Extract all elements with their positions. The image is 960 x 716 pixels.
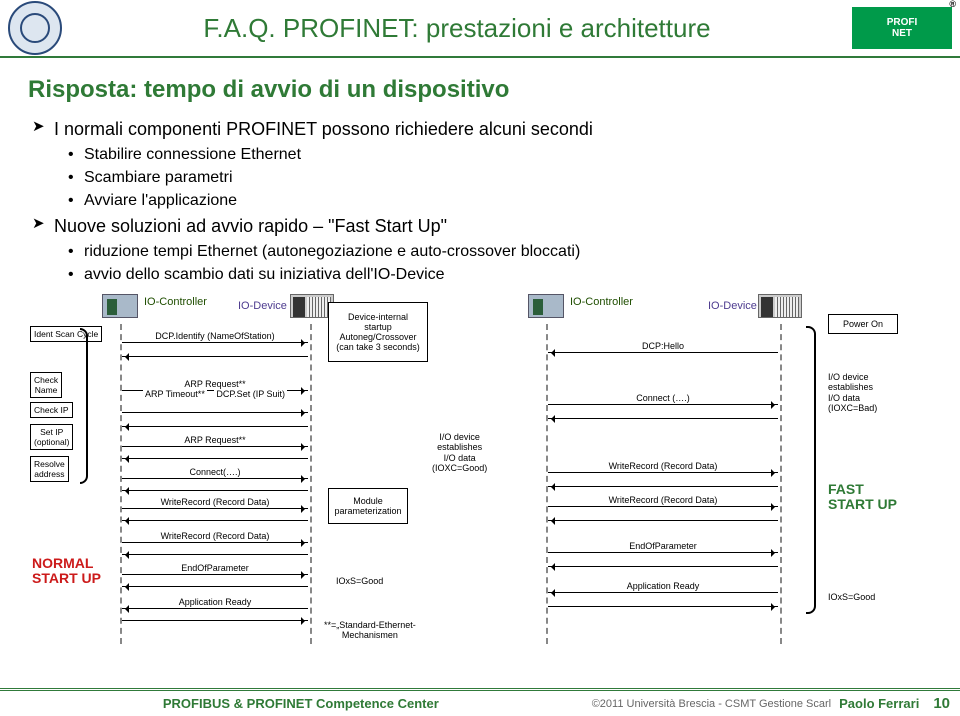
msg-end-param-r-resp xyxy=(548,566,778,567)
msg-end-param: EndOfParameter xyxy=(122,574,308,585)
role-io-device-right: IO-Device xyxy=(708,300,757,312)
msg-write-r1-resp xyxy=(548,486,778,487)
msg-dcp-set: ARP Timeout** DCP.Set (IP Suit) xyxy=(122,412,308,423)
msg-app-ready-r-resp xyxy=(548,606,778,607)
msg-write-2-resp xyxy=(122,554,308,555)
msg-write-1-resp xyxy=(122,520,308,521)
lifeline-device-right xyxy=(780,324,782,644)
note-ioxs-good-left: IOxS=Good xyxy=(336,576,383,586)
university-seal-icon xyxy=(8,1,62,55)
msg-write-r2-resp xyxy=(548,520,778,521)
bullet-1-2: Scambiare parametri xyxy=(28,166,932,189)
note-io-establish-left: I/O device establishes I/O data (IOXC=Go… xyxy=(432,432,487,473)
box-module-param: Module parameterization xyxy=(328,488,408,524)
lifeline-device-left xyxy=(310,324,312,644)
msg-dcp-hello: DCP:Hello xyxy=(548,352,778,363)
plc-icon xyxy=(102,294,138,318)
bullet-list: I normali componenti PROFINET possono ri… xyxy=(28,116,932,286)
plc-icon-r xyxy=(528,294,564,318)
sequence-diagram: IO-Controller IO-Device Ident Scan Cycle… xyxy=(28,292,932,652)
msg-dcp-set-resp xyxy=(122,426,308,427)
box-device-startup: Device-internal startup Autoneg/Crossove… xyxy=(328,302,428,362)
footer-copyright: ©2011 Università Brescia - CSMT Gestione… xyxy=(592,698,831,710)
note-ioxs-good-right: IOxS=Good xyxy=(828,592,875,602)
label-normal-startup: NORMAL START UP xyxy=(32,556,101,587)
msg-app-ready-resp xyxy=(122,620,308,621)
step-check-ip: Check IP xyxy=(30,402,73,418)
step-check-name: Check Name xyxy=(30,372,62,398)
msg-arp-2: ARP Request** xyxy=(122,446,308,457)
brace-right-icon xyxy=(806,326,816,614)
msg-write-2: WriteRecord (Record Data) xyxy=(122,542,308,553)
msg-connect: Connect(….) xyxy=(122,478,308,489)
bullet-2-1: riduzione tempi Ethernet (autonegoziazio… xyxy=(28,240,932,263)
msg-dcp-identify: DCP.Identify (NameOfStation) xyxy=(122,342,308,353)
msg-end-param-resp xyxy=(122,586,308,587)
footer-page: 10 xyxy=(933,695,950,712)
profinet-logo-icon: ® PROFI NET xyxy=(852,7,952,49)
answer-heading: Risposta: tempo di avvio di un dispositi… xyxy=(28,76,932,104)
role-io-device-left: IO-Device xyxy=(238,300,287,312)
bullet-2: Nuove soluzioni ad avvio rapido – "Fast … xyxy=(28,213,932,240)
role-io-controller-right: IO-Controller xyxy=(570,296,633,308)
content: Risposta: tempo di avvio di un dispositi… xyxy=(0,58,960,652)
brace-left-icon xyxy=(80,328,88,484)
bullet-1-3: Avviare l'applicazione xyxy=(28,189,932,212)
footer: PROFIBUS & PROFINET Competence Center ©2… xyxy=(0,688,960,716)
bullet-1: I normali componenti PROFINET possono ri… xyxy=(28,116,932,143)
msg-app-ready-r: Application Ready xyxy=(548,592,778,603)
msg-end-param-r: EndOfParameter xyxy=(548,552,778,563)
step-ident-scan: Ident Scan Cycle xyxy=(30,326,102,342)
msg-connect-resp xyxy=(122,490,308,491)
note-std-ethernet: **=„Standard-Ethernet- Mechanismen xyxy=(324,620,416,641)
header: F.A.Q. PROFINET: prestazioni e architett… xyxy=(0,0,960,58)
step-set-ip: Set IP (optional) xyxy=(30,424,73,450)
io-device-icon-r xyxy=(758,294,802,318)
step-resolve: Resolve address xyxy=(30,456,69,482)
msg-connect-r-resp xyxy=(548,418,778,419)
msg-connect-r: Connect (….) xyxy=(548,404,778,415)
bullet-2-2: avvio dello scambio dati su iniziativa d… xyxy=(28,263,932,286)
role-io-controller-left: IO-Controller xyxy=(144,296,207,308)
msg-write-r2: WriteRecord (Record Data) xyxy=(548,506,778,517)
page-title: F.A.Q. PROFINET: prestazioni e architett… xyxy=(62,13,852,44)
note-io-establish-right: I/O device establishes I/O data (IOXC=Ba… xyxy=(828,372,877,413)
msg-write-r1: WriteRecord (Record Data) xyxy=(548,472,778,483)
footer-title: PROFIBUS & PROFINET Competence Center xyxy=(10,696,592,711)
msg-app-ready: Application Ready xyxy=(122,608,308,619)
msg-dcp-identify-resp xyxy=(122,356,308,357)
msg-arp-2-resp xyxy=(122,458,308,459)
label-fast-startup: FAST START UP xyxy=(828,482,897,513)
note-power-on: Power On xyxy=(828,314,898,334)
footer-author: Paolo Ferrari xyxy=(839,696,919,711)
bullet-1-1: Stabilire connessione Ethernet xyxy=(28,143,932,166)
msg-write-1: WriteRecord (Record Data) xyxy=(122,508,308,519)
